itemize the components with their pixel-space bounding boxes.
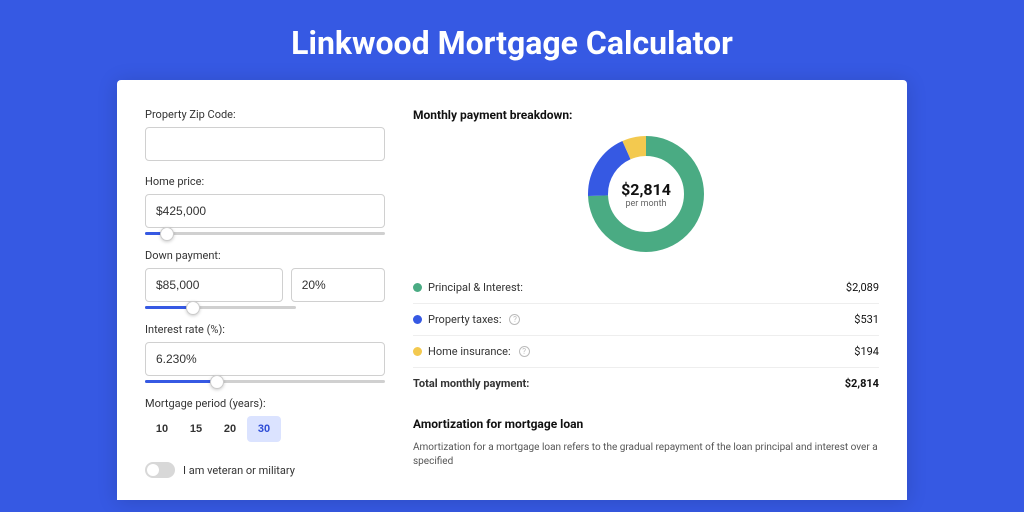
page-title: Linkwood Mortgage Calculator	[0, 0, 1024, 80]
down-slider[interactable]	[145, 306, 296, 309]
donut-sub: per month	[625, 199, 666, 209]
info-icon[interactable]: ?	[509, 314, 520, 325]
period-btn-20[interactable]: 20	[213, 416, 247, 442]
zip-label: Property Zip Code:	[145, 108, 385, 121]
period-btn-30[interactable]: 30	[247, 416, 281, 442]
legend-label-tax: Property taxes:	[428, 313, 501, 326]
payment-donut-chart: $2,814 per month	[586, 134, 706, 254]
price-slider-thumb[interactable]	[160, 227, 174, 241]
legend-row-insurance: Home insurance: ? $194	[413, 336, 879, 368]
period-label: Mortgage period (years):	[145, 397, 385, 410]
legend-row-tax: Property taxes: ? $531	[413, 304, 879, 336]
period-btn-15[interactable]: 15	[179, 416, 213, 442]
price-slider[interactable]	[145, 232, 385, 235]
period-field-group: Mortgage period (years): 10 15 20 30	[145, 397, 385, 442]
breakdown-heading: Monthly payment breakdown:	[413, 108, 879, 122]
amortization-section: Amortization for mortgage loan Amortizat…	[413, 417, 879, 469]
amortization-title: Amortization for mortgage loan	[413, 417, 879, 431]
rate-slider-fill	[145, 380, 217, 383]
down-amount-input[interactable]	[145, 268, 283, 302]
calculator-card: Property Zip Code: Home price: Down paym…	[117, 80, 907, 500]
veteran-toggle[interactable]	[145, 462, 175, 478]
down-field-group: Down payment:	[145, 249, 385, 309]
rate-field-group: Interest rate (%):	[145, 323, 385, 383]
info-icon[interactable]: ?	[519, 346, 530, 357]
period-btn-10[interactable]: 10	[145, 416, 179, 442]
legend-row-principal: Principal & Interest: $2,089	[413, 272, 879, 304]
dot-tax	[413, 315, 422, 324]
rate-label: Interest rate (%):	[145, 323, 385, 336]
legend-label-insurance: Home insurance:	[428, 345, 511, 358]
legend-value-total: $2,814	[845, 377, 879, 390]
price-label: Home price:	[145, 175, 385, 188]
rate-slider[interactable]	[145, 380, 385, 383]
inputs-panel: Property Zip Code: Home price: Down paym…	[145, 108, 385, 500]
dot-insurance	[413, 347, 422, 356]
amortization-text: Amortization for a mortgage loan refers …	[413, 441, 879, 469]
price-field-group: Home price:	[145, 175, 385, 235]
rate-slider-thumb[interactable]	[210, 375, 224, 389]
dot-principal	[413, 283, 422, 292]
donut-center: $2,814 per month	[586, 134, 706, 254]
veteran-label: I am veteran or military	[183, 464, 295, 477]
legend-row-total: Total monthly payment: $2,814	[413, 368, 879, 399]
period-buttons: 10 15 20 30	[145, 416, 385, 442]
legend-label-principal: Principal & Interest:	[428, 281, 523, 294]
donut-wrap: $2,814 per month	[413, 134, 879, 254]
zip-input[interactable]	[145, 127, 385, 161]
donut-amount: $2,814	[621, 180, 671, 199]
legend-label-total: Total monthly payment:	[413, 377, 529, 390]
legend-value-insurance: $194	[854, 345, 879, 358]
price-input[interactable]	[145, 194, 385, 228]
down-slider-thumb[interactable]	[186, 301, 200, 315]
breakdown-panel: Monthly payment breakdown: $2,814 per mo…	[413, 108, 879, 500]
veteran-toggle-row: I am veteran or military	[145, 462, 385, 478]
rate-input[interactable]	[145, 342, 385, 376]
down-percent-input[interactable]	[291, 268, 385, 302]
legend-value-principal: $2,089	[846, 281, 879, 294]
legend-value-tax: $531	[854, 313, 879, 326]
down-label: Down payment:	[145, 249, 385, 262]
zip-field-group: Property Zip Code:	[145, 108, 385, 161]
